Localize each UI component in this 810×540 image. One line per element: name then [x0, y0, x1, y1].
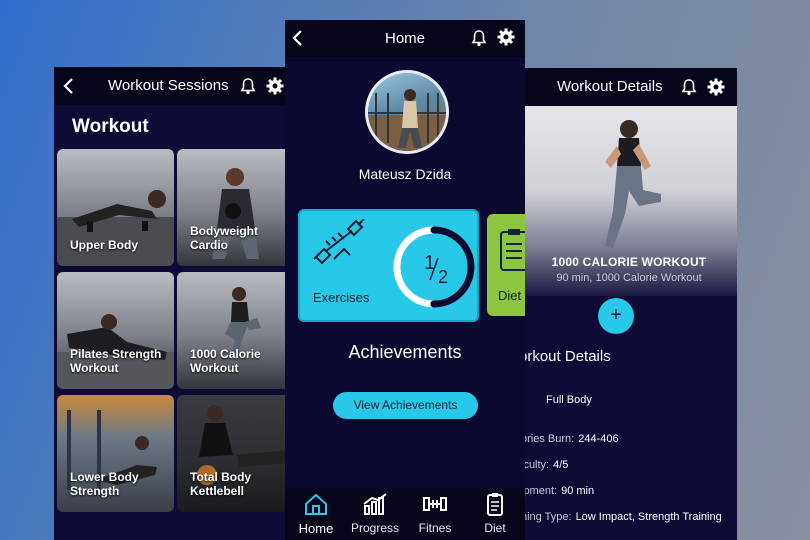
workout-tile[interactable]: Total Body Kettlebell	[177, 395, 286, 512]
screen-title: Home	[384, 30, 425, 47]
workout-tile[interactable]: Upper Body	[57, 149, 174, 266]
detail-row: Full Body	[542, 394, 592, 406]
tile-label: Upper Body	[70, 238, 139, 252]
back-arrow-icon[interactable]	[62, 77, 76, 95]
screen-title: Workout Sessions	[108, 77, 229, 94]
tile-label: 1000 Calorie Workout	[190, 347, 261, 375]
detail-key: ories Burn:	[521, 433, 575, 445]
section-heading: Workout	[72, 116, 149, 137]
workout-tile[interactable]: Bodyweight Cardio	[177, 149, 286, 266]
nav-item-progress[interactable]: Progress	[345, 492, 405, 535]
bell-icon[interactable]	[240, 77, 256, 95]
nav-item-home[interactable]: Home	[286, 492, 346, 536]
detail-value: Low Impact, Strength Training	[575, 511, 722, 523]
detail-row: ipment: 90 min	[521, 485, 594, 497]
workout-details-screen: Workout Details 1000 CALORIE WORKOUT 90 …	[521, 68, 737, 540]
details-heading: orkout Details	[521, 348, 611, 365]
progress-ring: 1 2	[393, 226, 475, 308]
bell-icon[interactable]	[681, 78, 697, 96]
detail-key: iculty:	[521, 459, 550, 471]
add-workout-button[interactable]: +	[598, 298, 634, 334]
bell-icon[interactable]	[471, 29, 487, 47]
clipboard-icon	[499, 228, 525, 272]
home-icon	[303, 492, 329, 516]
achievements-heading: Achievements	[348, 342, 462, 362]
tile-label: Total Body Kettlebell	[190, 470, 252, 498]
detail-value: 244-406	[578, 433, 619, 445]
top-bar: Home	[285, 20, 525, 57]
workout-tile[interactable]: 1000 Calorie Workout	[177, 272, 286, 389]
avatar[interactable]	[365, 70, 449, 154]
detail-row: iculty: 4/5	[521, 459, 568, 471]
card-label: Diet	[498, 288, 522, 303]
user-name: Mateusz Dzida	[358, 166, 452, 182]
detail-value: 90 min	[561, 485, 595, 497]
detail-row: ning Type: Low Impact, Strength Training	[521, 511, 722, 523]
detail-row: ories Burn: 244-406	[521, 433, 619, 445]
nav-label: Home	[298, 521, 334, 536]
profile-photo	[368, 89, 446, 151]
gear-icon[interactable]	[266, 77, 284, 95]
chart-icon	[362, 492, 388, 516]
tile-label: Pilates Strength Workout	[70, 347, 162, 375]
gear-icon[interactable]	[497, 28, 515, 46]
workout-subtitle: 90 min, 1000 Calorie Workout	[556, 272, 702, 284]
dumbbell-icon	[422, 492, 448, 516]
detail-value: Full Body	[546, 394, 592, 406]
dumbbell-icon	[310, 219, 368, 269]
view-achievements-button[interactable]: View Achievements	[333, 392, 478, 419]
nav-label: Fitnes	[418, 521, 452, 535]
tile-label: Lower Body Strength	[70, 470, 139, 498]
nav-label: Diet	[484, 521, 506, 535]
top-bar: Workout Details	[521, 68, 737, 106]
workout-sessions-screen: Workout Sessions Workout Upper Body Body…	[54, 67, 286, 540]
gear-icon[interactable]	[707, 78, 725, 96]
nav-item-diet[interactable]: Diet	[465, 492, 525, 535]
bottom-nav: Home Progress Fitnes Diet	[285, 488, 525, 540]
card-label: Exercises	[313, 290, 370, 305]
home-screen: Home Mateusz Dzida Exercises 1 2 Diet Ac…	[285, 20, 525, 540]
detail-key: ipment:	[521, 485, 558, 497]
detail-value: 4/5	[553, 459, 569, 471]
nav-label: Progress	[350, 521, 400, 535]
detail-key: ning Type:	[521, 511, 572, 523]
nav-item-fitness[interactable]: Fitnes	[405, 492, 465, 535]
workout-tile[interactable]: Pilates Strength Workout	[57, 272, 174, 389]
exercises-card[interactable]: Exercises 1 2	[298, 209, 479, 322]
clipboard-icon	[482, 492, 508, 516]
top-bar: Workout Sessions	[54, 67, 286, 105]
workout-title: 1000 CALORIE WORKOUT	[551, 255, 707, 269]
screen-title: Workout Details	[557, 78, 663, 95]
workout-tile[interactable]: Lower Body Strength	[57, 395, 174, 512]
progress-denominator: 2	[438, 267, 448, 287]
diet-card[interactable]: Diet	[487, 214, 525, 316]
tile-label: Bodyweight Cardio	[190, 224, 258, 252]
